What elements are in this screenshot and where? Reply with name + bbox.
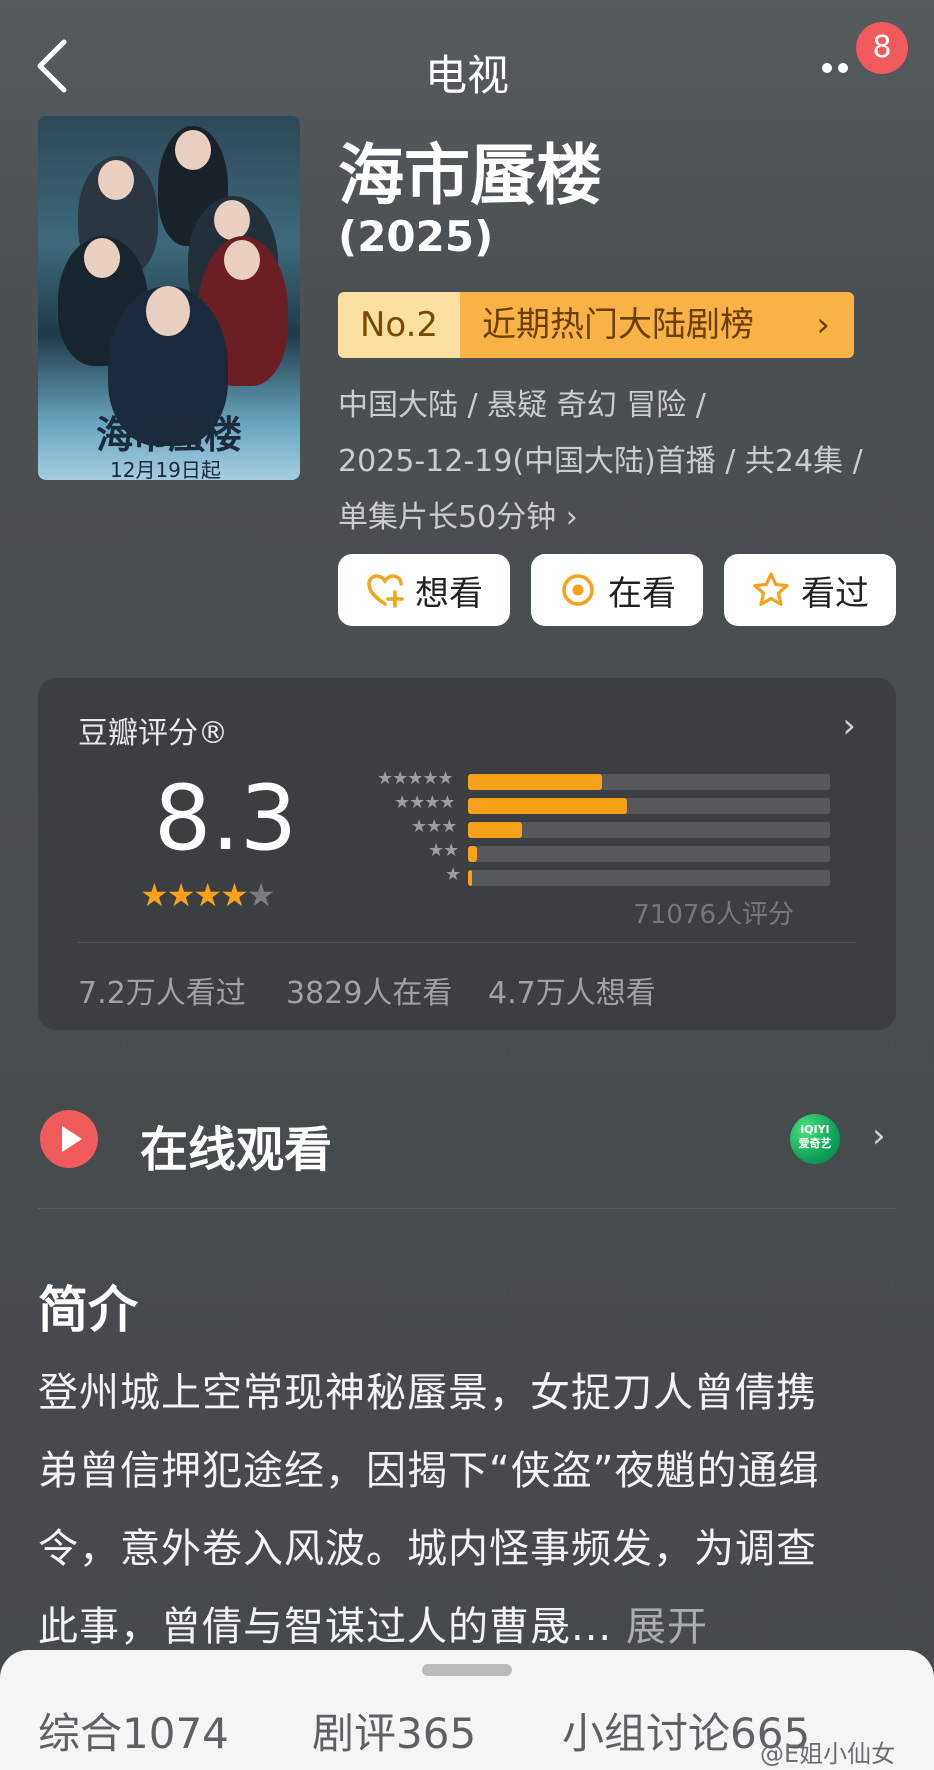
stat-watched: 7.2万人看过 [78,976,246,1011]
stat-watching: 3829人在看 [286,976,453,1011]
target-icon [562,574,594,606]
top-bar: 电视 8 [0,0,934,128]
distribution-row: ★★★★★ [328,768,838,792]
watched-button[interactable]: 看过 [724,554,896,626]
rank-label: 近期热门大陆剧榜 › [460,292,854,358]
divider [38,1208,896,1209]
distribution-stars: ★ [445,864,461,885]
star-filled-icon: ★ [140,876,169,914]
tab-label: 剧评 [312,1709,397,1758]
distribution-fill [468,822,523,838]
screen: 电视 8 海市蜃楼 12月19日起 海市蜃楼 (2025) No.2 近期热门大… [0,0,934,1770]
show-year: (2025) [338,212,494,261]
distribution-fill [468,774,602,790]
meta-premiere: 2025-12-19(中国大陆)首播 / 共24集 / [338,444,863,479]
page-title: 电视 [424,51,509,100]
douban-rating-card[interactable]: 豆瓣评分® › 8.3 ★★★★★ ★★★★★ ★★★★ ★★★ ★★ ★ 71076人… [38,678,896,1030]
star-filled-icon: ★ [220,876,249,914]
poster-title: 海市蜃楼 [96,412,242,457]
distribution-track [468,870,830,886]
play-icon[interactable] [40,1110,98,1168]
divider [78,942,856,943]
stat-want: 4.7万人想看 [488,976,656,1011]
synopsis-line: 令，意外卷入风波。城内怪事频发，为调查 [38,1526,817,1572]
distribution-row: ★★★ [328,816,838,840]
star-empty-icon: ★ [246,876,276,914]
tab-reviews[interactable]: 剧评365 [312,1700,476,1761]
synopsis-line: 弟曾信押犯途经，因揭下“侠盗”夜魈的通缉 [38,1448,820,1494]
synopsis-text: 此事，曾倩与智谋过人的曹晟... [38,1604,613,1650]
watching-label: 在看 [608,573,676,614]
star-filled-icon: ★ [166,876,196,914]
more-dots-icon[interactable] [822,58,862,74]
sheet-drag-handle[interactable] [422,1664,512,1676]
iqiyi-logo-text: iQIYI [800,1123,830,1136]
poster-date: 12月19日起 [110,458,221,480]
watched-label: 看过 [801,573,869,614]
tab-count: 365 [396,1709,477,1758]
rating-score: 8.3 [154,766,298,871]
star-outline-icon [753,572,789,607]
distribution-track [468,822,830,838]
notification-badge[interactable]: 8 [856,22,908,74]
distribution-fill [468,870,472,886]
distribution-stars: ★★★★★ [377,768,454,789]
distribution-stars: ★★★ [411,816,457,837]
expand-link[interactable]: 展开 [626,1604,708,1650]
watching-button[interactable]: 在看 [531,554,703,626]
poster-image[interactable]: 海市蜃楼 12月19日起 [38,116,300,480]
synopsis-heading: 简介 [38,1281,138,1339]
chevron-right-icon[interactable]: › [842,706,856,746]
rank-number: No.2 [338,292,460,358]
score-stars: ★★★★★ [140,876,276,914]
chevron-right-icon: › [816,305,830,345]
watermark: @E姐小仙女 [760,1740,896,1768]
meta-runtime[interactable]: 单集片长50分钟 › [338,492,578,536]
tab-label: 综合 [38,1709,123,1758]
tab-count: 1074 [122,1709,229,1758]
distribution-fill [468,798,628,814]
heart-plus-icon [367,574,404,608]
distribution-row: ★★ [328,840,838,864]
iqiyi-logo-text-cn: 爱奇艺 [798,1137,832,1150]
distribution-row: ★ [328,864,838,888]
distribution-stars: ★★★★ [394,792,456,813]
tab-label: 小组讨论 [562,1709,731,1758]
want-to-watch-label: 想看 [415,573,483,614]
synopsis-line: 登州城上空常现神秘蜃景，女捉刀人曾倩携 [38,1370,817,1416]
rank-label-text: 近期热门大陆剧榜 [482,305,754,345]
online-watch-label[interactable]: 在线观看 [140,1110,332,1180]
star-filled-icon: ★ [193,876,222,914]
meta-region-genre: 中国大陆 / 悬疑 奇幻 冒险 / [338,388,706,423]
chevron-right-icon[interactable]: › [872,1116,886,1156]
show-title: 海市蜃楼 [338,137,602,214]
rating-label: 豆瓣评分® [78,716,228,751]
rating-count: 71076人评分 [633,900,794,930]
distribution-stars: ★★ [428,840,459,861]
distribution-row: ★★★★ [328,792,838,816]
synopsis-line-last: 此事，曾倩与智谋过人的曹晟... 展开 [38,1594,708,1652]
iqiyi-logo-icon[interactable]: iQIYI 爱奇艺 [790,1114,840,1164]
distribution-track [468,798,830,814]
tab-overview[interactable]: 综合1074 [38,1700,229,1761]
distribution-fill [468,846,478,862]
want-to-watch-button[interactable]: 想看 [338,554,510,626]
distribution-track [468,774,830,790]
ranking-badge[interactable]: No.2 近期热门大陆剧榜 › [338,292,854,358]
distribution-track [468,846,830,862]
